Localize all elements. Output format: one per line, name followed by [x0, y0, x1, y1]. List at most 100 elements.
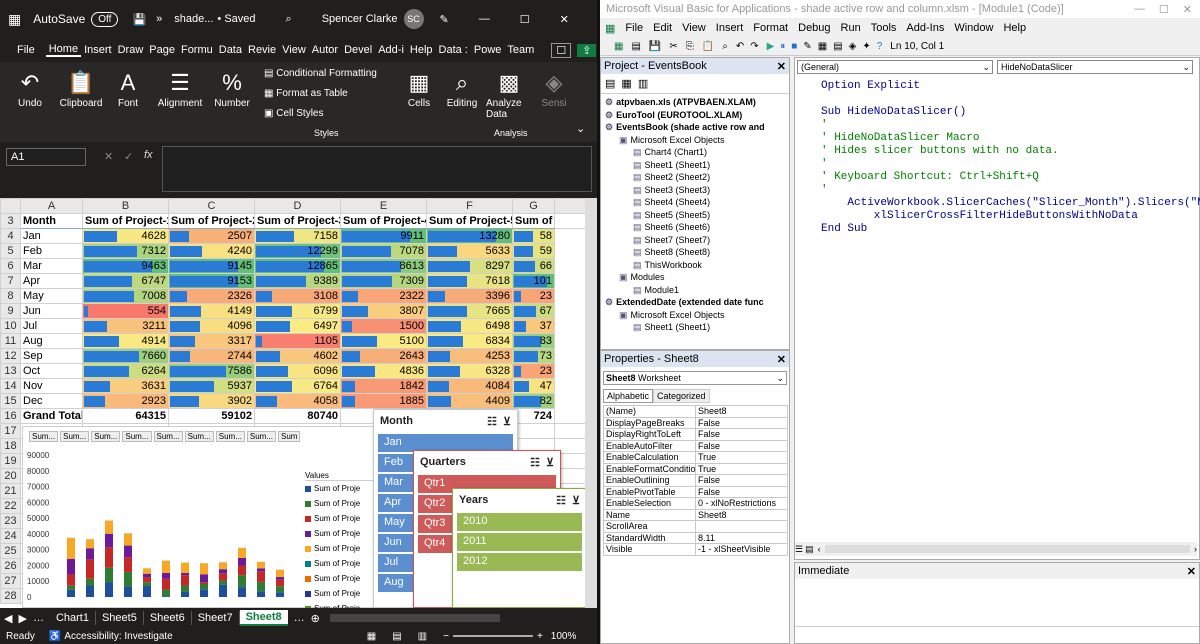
- chart-bar-segment[interactable]: [257, 568, 265, 572]
- page-layout-icon[interactable]: ▤: [392, 631, 401, 642]
- module-view-icon[interactable]: ▤: [805, 544, 814, 555]
- tab-file[interactable]: File: [14, 44, 38, 56]
- name-box[interactable]: A1: [6, 148, 86, 166]
- chart-bar-segment[interactable]: [238, 565, 246, 576]
- value-cell[interactable]: 6328: [426, 363, 513, 379]
- value-cell[interactable]: 6498: [426, 318, 513, 334]
- value-cell[interactable]: 1500: [340, 318, 427, 334]
- row-header[interactable]: 3: [0, 213, 21, 229]
- next-sheet-icon[interactable]: ▶: [18, 612, 26, 625]
- menu-run[interactable]: Run: [841, 22, 861, 34]
- chart-bar-segment[interactable]: [86, 539, 94, 549]
- chart-bar-segment[interactable]: [143, 568, 151, 574]
- chart-bar-segment[interactable]: [105, 582, 113, 597]
- month-cell[interactable]: Dec: [20, 393, 83, 409]
- code-line[interactable]: ActiveWorkbook.SlicerCaches("Slicer_Mont…: [821, 197, 1200, 210]
- chart-bar-segment[interactable]: [124, 586, 132, 597]
- column-header[interactable]: C: [168, 198, 255, 214]
- row-header[interactable]: 11: [0, 333, 21, 349]
- tab-developer[interactable]: Devel: [341, 44, 375, 56]
- object-browser-icon[interactable]: ◈: [849, 41, 857, 52]
- chart-bar-segment[interactable]: [276, 586, 284, 593]
- pivot-header[interactable]: Sum of Project-5: [426, 213, 513, 229]
- value-cell[interactable]: 7660: [82, 348, 169, 364]
- tab-team[interactable]: Team: [504, 44, 537, 56]
- row-header[interactable]: 17: [0, 423, 21, 439]
- value-cell[interactable]: 4096: [168, 318, 255, 334]
- code-line[interactable]: ' Keyboard Shortcut: Ctrl+Shift+Q: [821, 171, 1200, 184]
- row-header[interactable]: 24: [0, 528, 21, 544]
- column-header[interactable]: F: [426, 198, 513, 214]
- chart-bar-segment[interactable]: [105, 567, 113, 583]
- save-icon[interactable]: 💾: [649, 41, 661, 52]
- horizontal-scrollbar[interactable]: [329, 614, 500, 622]
- pen-icon[interactable]: ✎: [440, 13, 449, 26]
- corner-cell[interactable]: [0, 198, 21, 214]
- tree-node[interactable]: ▣ Modules: [605, 271, 785, 284]
- chart-bar-segment[interactable]: [162, 572, 170, 579]
- value-cell[interactable]: 4058: [254, 393, 341, 409]
- menu-window[interactable]: Window: [954, 22, 993, 34]
- grand-total-cell[interactable]: 64315: [82, 408, 169, 424]
- row-header[interactable]: 25: [0, 543, 21, 559]
- row-header[interactable]: 27: [0, 573, 21, 589]
- value-cell[interactable]: 6799: [254, 303, 341, 319]
- column-header[interactable]: G: [512, 198, 555, 214]
- tree-node[interactable]: ▣ Microsoft Excel Objects: [605, 309, 785, 322]
- value-cell[interactable]: 82: [512, 393, 555, 409]
- pivot-header[interactable]: Sum of Project-4: [340, 213, 427, 229]
- chart-field-button[interactable]: Sum...: [91, 431, 121, 442]
- row-header[interactable]: 22: [0, 498, 21, 514]
- object-dropdown[interactable]: Sheet8 Worksheet ⌄: [603, 371, 787, 385]
- value-cell[interactable]: 3108: [254, 288, 341, 304]
- value-cell[interactable]: 7586: [168, 363, 255, 379]
- tree-node[interactable]: ▤ Sheet6 (Sheet6): [605, 221, 785, 234]
- immediate-input[interactable]: [795, 579, 1199, 627]
- break-icon[interactable]: ⏸: [780, 41, 785, 52]
- chart-bar-segment[interactable]: [181, 572, 189, 576]
- value-cell[interactable]: 2643: [340, 348, 427, 364]
- code-line[interactable]: xlSlicerCrossFilterHideButtonsWithNoData: [821, 210, 1200, 223]
- code-horizontal-scrollbar[interactable]: [824, 545, 1190, 553]
- row-header[interactable]: 13: [0, 363, 21, 379]
- tree-node[interactable]: ⚙ EuroTool (EUROTOOL.XLAM): [605, 109, 785, 122]
- property-value[interactable]: 8.11: [695, 531, 788, 544]
- tab-data[interactable]: Data: [216, 44, 245, 56]
- tab-automate[interactable]: Autor: [309, 44, 341, 56]
- property-row[interactable]: StandardWidth 8.11: [603, 531, 788, 544]
- property-row[interactable]: EnableOutlining False: [603, 474, 788, 487]
- sheet-tab[interactable]: Sheet7: [192, 611, 240, 625]
- slicer-item[interactable]: 2011: [457, 533, 582, 551]
- row-header[interactable]: 8: [0, 288, 21, 304]
- row-header[interactable]: 5: [0, 243, 21, 259]
- excel-icon[interactable]: ▦: [605, 22, 615, 35]
- pivot-header[interactable]: Sum of Project-2: [168, 213, 255, 229]
- value-cell[interactable]: 7665: [426, 303, 513, 319]
- number-button[interactable]: % Number: [210, 62, 254, 109]
- analyze-data-button[interactable]: ▩ Analyze Data: [486, 62, 532, 120]
- value-cell[interactable]: 554: [82, 303, 169, 319]
- month-cell[interactable]: Jul: [20, 318, 83, 334]
- close-icon[interactable]: ✕: [777, 60, 786, 73]
- tree-node[interactable]: ▤ Sheet7 (Sheet7): [605, 234, 785, 247]
- project-explorer-icon[interactable]: ▦: [818, 41, 827, 52]
- value-cell[interactable]: 2326: [168, 288, 255, 304]
- grand-total-cell[interactable]: 724: [512, 408, 555, 424]
- chart-bar-segment[interactable]: [200, 563, 208, 575]
- sheet-tab[interactable]: Chart1: [50, 611, 96, 625]
- tab-addins[interactable]: Add-i: [375, 44, 407, 56]
- chart-bar-segment[interactable]: [162, 560, 170, 573]
- property-row[interactable]: Name Sheet8: [603, 508, 788, 521]
- save-status[interactable]: • Saved: [217, 13, 255, 25]
- chart-bar-segment[interactable]: [219, 573, 227, 581]
- tree-node[interactable]: ▤ Sheet4 (Sheet4): [605, 196, 785, 209]
- month-cell[interactable]: Mar: [20, 258, 83, 274]
- procedure-view-icon[interactable]: ☰: [795, 544, 803, 555]
- cancel-icon[interactable]: ✕: [104, 150, 113, 163]
- sheet-tab[interactable]: Sheet6: [144, 611, 192, 625]
- search-icon[interactable]: ⌕: [286, 13, 292, 26]
- tab-home[interactable]: Home: [45, 43, 82, 57]
- more-sheets-icon[interactable]: …: [294, 612, 305, 624]
- view-excel-icon[interactable]: ▦: [614, 41, 623, 52]
- chart-bar-segment[interactable]: [67, 585, 75, 590]
